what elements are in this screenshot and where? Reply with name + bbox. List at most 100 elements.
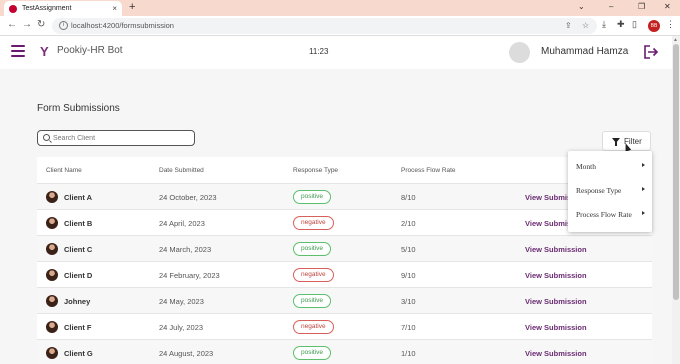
client-avatar bbox=[46, 347, 58, 359]
date-submitted: 24 April, 2023 bbox=[159, 219, 205, 228]
client-name: Client D bbox=[64, 271, 93, 280]
share-icon[interactable]: ⇪ bbox=[565, 21, 572, 30]
table-row: Client A 24 October, 2023 positive 8/10 View… bbox=[37, 184, 652, 210]
address-bar[interactable]: i localhost:4200/formsubmission ⇪ ☆ bbox=[52, 18, 597, 34]
response-type-badge: negative bbox=[293, 268, 334, 282]
col-client-name: Client Name bbox=[46, 167, 82, 174]
forward-icon[interactable]: → bbox=[22, 19, 32, 30]
download-icon[interactable]: ⤓ bbox=[602, 19, 606, 30]
brand-name: Pookiy-HR Bot bbox=[57, 45, 123, 56]
menu-icon[interactable]: ⋮ bbox=[666, 19, 675, 30]
close-window-button[interactable]: ✕ bbox=[664, 2, 671, 11]
browser-tab[interactable]: TestAssignment × bbox=[4, 1, 122, 16]
back-icon[interactable]: ← bbox=[7, 19, 17, 30]
page-title: Form Submissions bbox=[37, 103, 120, 114]
tab-close-icon[interactable]: × bbox=[112, 4, 117, 13]
filter-option-response-type[interactable]: Response Type bbox=[576, 186, 645, 195]
reload-icon[interactable]: ↻ bbox=[37, 19, 45, 30]
view-submission-link[interactable]: View Submission bbox=[525, 323, 587, 332]
browser-tabstrip: TestAssignment × + ⌄ – ❐ ✕ bbox=[0, 0, 680, 16]
logout-icon[interactable] bbox=[643, 44, 659, 60]
response-type-badge: positive bbox=[293, 294, 332, 308]
user-avatar[interactable] bbox=[509, 42, 530, 63]
page-scrollbar[interactable]: ▲ bbox=[672, 36, 680, 364]
client-name: Client A bbox=[64, 193, 93, 202]
search-icon bbox=[43, 134, 50, 141]
table-row: Client G 24 August, 2023 positive 1/10 View … bbox=[37, 340, 652, 364]
profile-avatar[interactable]: BB bbox=[648, 20, 660, 32]
filter-option-process-flow-rate[interactable]: Process Flow Rate bbox=[576, 210, 645, 219]
client-name: Client G bbox=[64, 349, 93, 358]
response-type-badge: negative bbox=[293, 320, 334, 334]
process-flow-rate: 3/10 bbox=[401, 297, 416, 306]
client-avatar bbox=[46, 269, 58, 281]
process-flow-rate: 1/10 bbox=[401, 349, 416, 358]
col-date-submitted: Date Submitted bbox=[159, 167, 204, 174]
table-row: Client F 24 July, 2023 negative 7/10 View Su… bbox=[37, 314, 652, 340]
url-text: localhost:4200/formsubmission bbox=[71, 21, 174, 30]
filter-icon bbox=[612, 138, 620, 146]
view-submission-link[interactable]: View Submission bbox=[525, 245, 587, 254]
view-submission-link[interactable]: View Submission bbox=[525, 349, 587, 358]
view-submission-link[interactable]: View Submission bbox=[525, 297, 587, 306]
process-flow-rate: 2/10 bbox=[401, 219, 416, 228]
chevron-right-icon bbox=[642, 211, 645, 215]
date-submitted: 24 August, 2023 bbox=[159, 349, 214, 358]
site-info-icon[interactable]: i bbox=[59, 21, 68, 30]
brand-logo-icon: Y bbox=[40, 44, 49, 59]
sidebar-icon[interactable]: ▯ bbox=[632, 19, 637, 30]
restore-button[interactable]: ❐ bbox=[638, 2, 645, 11]
date-submitted: 24 October, 2023 bbox=[159, 193, 217, 202]
date-submitted: 24 March, 2023 bbox=[159, 245, 212, 254]
client-avatar bbox=[46, 217, 58, 229]
table-body: Client A 24 October, 2023 positive 8/10 View… bbox=[37, 184, 652, 364]
client-avatar bbox=[46, 243, 58, 255]
client-avatar bbox=[46, 191, 58, 203]
app-header: Y Pookiy-HR Bot 11:23 Muhammad Hamza bbox=[0, 36, 672, 69]
angular-icon bbox=[9, 4, 17, 13]
browser-toolbar: ← → ↻ i localhost:4200/formsubmission ⇪ … bbox=[0, 16, 680, 36]
filter-option-month[interactable]: Month bbox=[576, 162, 645, 171]
scroll-up-arrow-icon[interactable]: ▲ bbox=[673, 37, 678, 43]
table-header: Client Name Date Submitted Response Type… bbox=[37, 157, 652, 184]
col-response-type: Response Type bbox=[293, 167, 339, 174]
chevron-right-icon bbox=[642, 163, 645, 167]
clock: 11:23 bbox=[309, 47, 329, 56]
process-flow-rate: 5/10 bbox=[401, 245, 416, 254]
response-type-badge: positive bbox=[293, 242, 332, 256]
hamburger-menu-icon[interactable] bbox=[11, 45, 25, 57]
extensions-icon[interactable]: ✚ bbox=[617, 19, 625, 30]
client-name: Client F bbox=[64, 323, 92, 332]
view-submission-link[interactable]: View Submission bbox=[525, 271, 587, 280]
process-flow-rate: 7/10 bbox=[401, 323, 416, 332]
response-type-badge: negative bbox=[293, 216, 334, 230]
submissions-table: Client Name Date Submitted Response Type… bbox=[37, 157, 652, 364]
date-submitted: 24 February, 2023 bbox=[159, 271, 220, 280]
response-type-badge: positive bbox=[293, 190, 332, 204]
user-name: Muhammad Hamza bbox=[541, 46, 629, 57]
date-submitted: 24 July, 2023 bbox=[159, 323, 204, 332]
date-submitted: 24 May, 2023 bbox=[159, 297, 204, 306]
bookmark-star-icon[interactable]: ☆ bbox=[582, 21, 589, 30]
table-row: Client B 24 April, 2023 negative 2/10 View S… bbox=[37, 210, 652, 236]
table-row: Client C 24 March, 2023 positive 5/10 View S… bbox=[37, 236, 652, 262]
new-tab-button[interactable]: + bbox=[129, 1, 135, 13]
scroll-thumb[interactable] bbox=[673, 44, 679, 300]
process-flow-rate: 8/10 bbox=[401, 193, 416, 202]
search-box[interactable] bbox=[37, 130, 195, 146]
filter-dropdown: Month Response Type Process Flow Rate bbox=[568, 151, 652, 232]
table-row: Client D 24 February, 2023 negative 9/10 Vie… bbox=[37, 262, 652, 288]
table-row: Johney 24 May, 2023 positive 3/10 View Submi… bbox=[37, 288, 652, 314]
client-avatar bbox=[46, 295, 58, 307]
tab-search-icon[interactable]: ⌄ bbox=[578, 2, 585, 11]
minimize-button[interactable]: – bbox=[609, 2, 613, 11]
process-flow-rate: 9/10 bbox=[401, 271, 416, 280]
chevron-right-icon bbox=[642, 187, 645, 191]
client-name: Johney bbox=[64, 297, 91, 306]
client-name: Client C bbox=[64, 245, 93, 254]
col-process-flow-rate: Process Flow Rate bbox=[401, 167, 456, 174]
client-name: Client B bbox=[64, 219, 93, 228]
client-avatar bbox=[46, 321, 58, 333]
response-type-badge: positive bbox=[293, 346, 332, 360]
search-input[interactable] bbox=[53, 132, 191, 144]
